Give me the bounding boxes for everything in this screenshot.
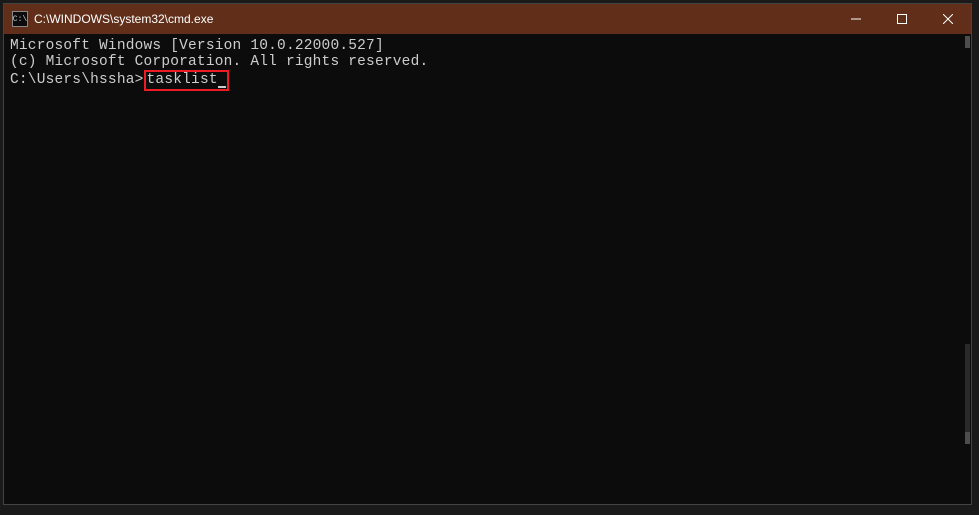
terminal-prompt-line: C:\Users\hssha>tasklist	[10, 70, 965, 90]
scrollbar-arrow-bottom[interactable]	[965, 432, 970, 444]
close-icon	[943, 14, 953, 24]
window-controls	[833, 4, 971, 34]
cmd-icon-label: C:\	[13, 15, 27, 24]
scrollbar-track[interactable]	[965, 344, 970, 444]
titlebar[interactable]: C:\ C:\WINDOWS\system32\cmd.exe	[4, 4, 971, 34]
scrollbar-arrow-top[interactable]	[965, 36, 970, 48]
terminal-output-line: (c) Microsoft Corporation. All rights re…	[10, 54, 965, 70]
terminal-output-line: Microsoft Windows [Version 10.0.22000.52…	[10, 38, 965, 54]
minimize-icon	[851, 14, 861, 24]
cmd-window: C:\ C:\WINDOWS\system32\cmd.exe	[3, 3, 972, 505]
maximize-icon	[897, 14, 907, 24]
cmd-icon: C:\	[12, 11, 28, 27]
maximize-button[interactable]	[879, 4, 925, 34]
terminal-body[interactable]: Microsoft Windows [Version 10.0.22000.52…	[4, 34, 971, 504]
minimize-button[interactable]	[833, 4, 879, 34]
cursor	[218, 86, 226, 88]
command-highlight: tasklist	[144, 70, 229, 90]
terminal-prompt: C:\Users\hssha>	[10, 72, 144, 88]
close-button[interactable]	[925, 4, 971, 34]
window-title: C:\WINDOWS\system32\cmd.exe	[34, 12, 833, 26]
terminal-command: tasklist	[147, 72, 218, 88]
